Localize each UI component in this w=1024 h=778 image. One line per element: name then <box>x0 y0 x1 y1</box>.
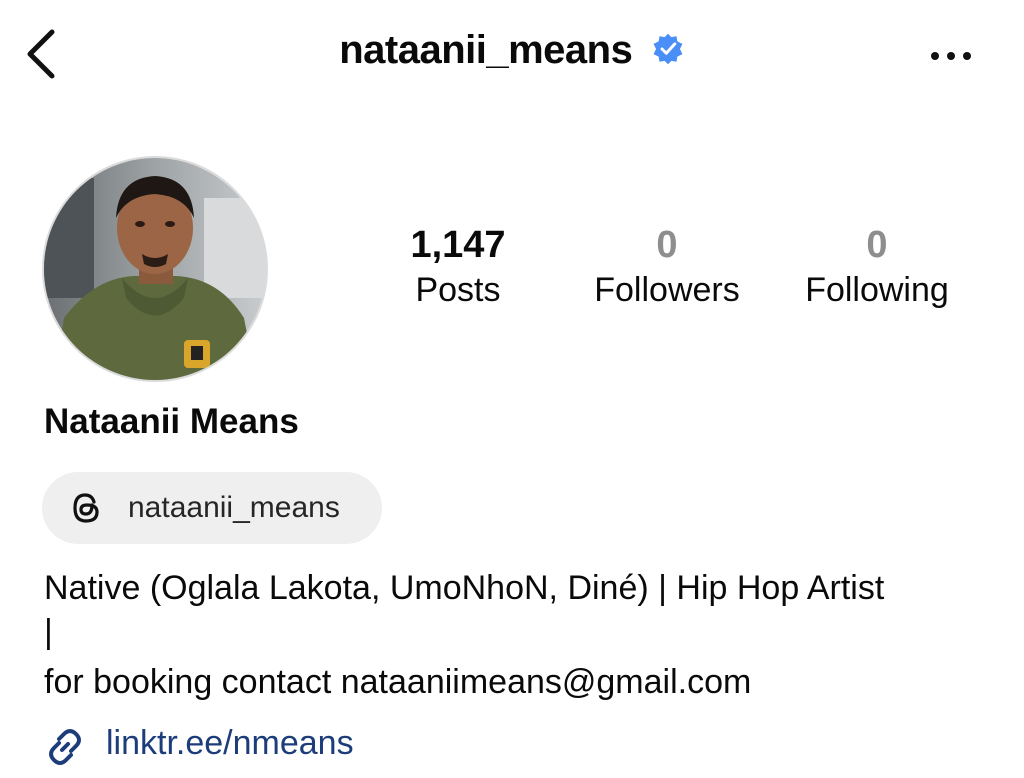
profile-avatar[interactable] <box>42 156 268 382</box>
profile-link-text: linktr.ee/nmeans <box>106 724 354 762</box>
bio-line-3: for booking contact nataaniimeans@gmail.… <box>44 663 752 701</box>
following-count: 0 <box>866 224 888 266</box>
verified-badge-icon <box>653 33 683 64</box>
posts-count: 1,147 <box>410 224 506 266</box>
threads-icon <box>73 493 99 523</box>
bio-line-2: | <box>44 613 53 651</box>
followers-label: Followers <box>594 271 740 309</box>
header-title: nataanii_means <box>0 28 1024 73</box>
bio-line-1: Native (Oglala Lakota, UmoNhoN, Diné) | … <box>44 569 885 607</box>
profile-full-name: Nataanii Means <box>44 402 299 441</box>
more-dots-icon <box>931 52 971 60</box>
threads-profile-button[interactable]: nataanii_means <box>42 472 382 544</box>
following-stat[interactable]: 0 Following <box>777 222 977 312</box>
followers-count: 0 <box>656 224 678 266</box>
posts-stat[interactable]: 1,147 Posts <box>358 222 558 312</box>
followers-stat[interactable]: 0 Followers <box>567 222 767 312</box>
posts-label: Posts <box>415 271 501 309</box>
link-icon <box>49 729 81 765</box>
threads-handle: nataanii_means <box>128 491 340 524</box>
username-title: nataanii_means <box>339 28 633 72</box>
avatar-photo <box>44 158 266 380</box>
following-label: Following <box>805 271 949 309</box>
more-options-button[interactable] <box>926 36 976 76</box>
top-bar: nataanii_means <box>0 0 1024 110</box>
